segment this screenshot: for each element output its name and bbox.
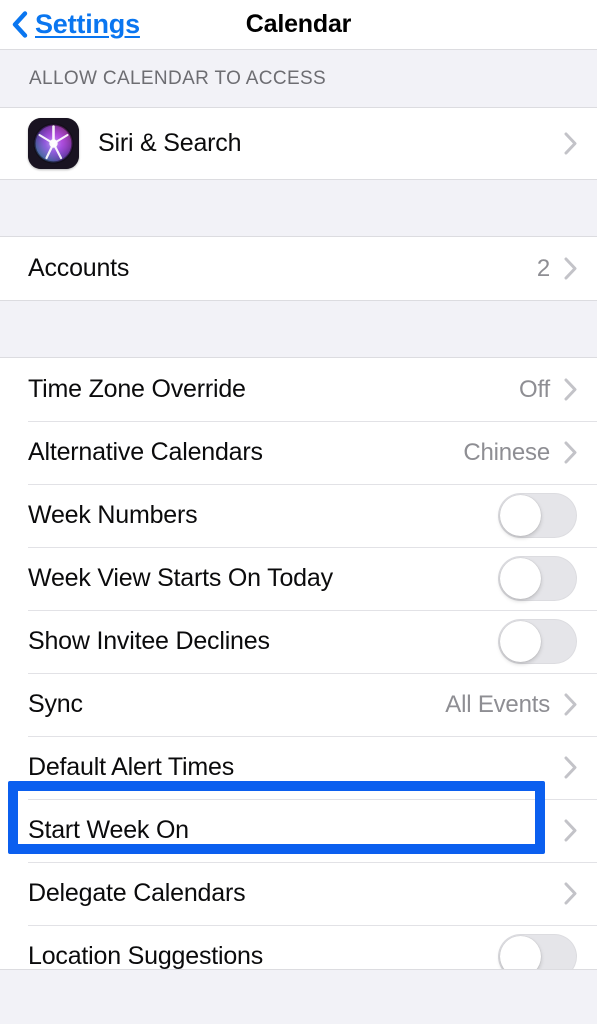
row-label-accounts: Accounts (28, 254, 130, 282)
settings-group-calendar-options: Time Zone Override Off Alternative Calen… (0, 357, 597, 989)
row-accessory: All Events (445, 691, 577, 719)
row-sync[interactable]: Sync All Events (0, 673, 597, 736)
row-label-time-zone-override: Time Zone Override (28, 375, 246, 403)
toggle-week-view-starts-on-today[interactable] (498, 556, 577, 601)
section-spacer (0, 301, 597, 357)
row-accessory (564, 882, 577, 905)
chevron-right-icon (564, 819, 577, 842)
chevron-left-icon (12, 11, 28, 38)
toggle-week-numbers[interactable] (498, 493, 577, 538)
row-accessory (498, 619, 577, 664)
toggle-knob (500, 495, 541, 536)
back-button-label: Settings (35, 9, 140, 39)
row-value-alternative-calendars: Chinese (463, 438, 550, 466)
back-to-settings-button[interactable]: Settings (0, 9, 140, 40)
row-label-location-suggestions: Location Suggestions (28, 942, 264, 970)
row-accessory (498, 556, 577, 601)
settings-group-permissions: Siri & Search (0, 107, 597, 180)
chevron-right-icon (564, 441, 577, 464)
row-time-zone-override[interactable]: Time Zone Override Off (0, 358, 597, 421)
row-label-start-week-on: Start Week On (28, 816, 189, 844)
row-siri-and-search[interactable]: Siri & Search (0, 108, 597, 179)
row-default-alert-times[interactable]: Default Alert Times (0, 736, 597, 799)
row-accessory: Off (519, 376, 577, 404)
row-accessory (564, 819, 577, 842)
row-accounts[interactable]: Accounts 2 (0, 237, 597, 300)
row-label-siri-and-search: Siri & Search (98, 129, 242, 157)
row-week-numbers[interactable]: Week Numbers (0, 484, 597, 547)
row-label-delegate-calendars: Delegate Calendars (28, 879, 246, 907)
row-accessory: Chinese (463, 439, 577, 467)
chevron-right-icon (564, 882, 577, 905)
row-week-view-starts-on-today[interactable]: Week View Starts On Today (0, 547, 597, 610)
row-label-week-view-starts-on-today: Week View Starts On Today (28, 564, 333, 592)
row-label-show-invitee-declines: Show Invitee Declines (28, 627, 270, 655)
row-alternative-calendars[interactable]: Alternative Calendars Chinese (0, 421, 597, 484)
row-start-week-on[interactable]: Start Week On (0, 799, 597, 862)
settings-group-accounts: Accounts 2 (0, 236, 597, 301)
row-value-time-zone-override: Off (519, 375, 550, 403)
row-accessory (564, 756, 577, 779)
navigation-bar: Settings Calendar (0, 0, 597, 50)
chevron-right-icon (564, 378, 577, 401)
chevron-right-icon (564, 132, 577, 155)
row-accessory (564, 132, 577, 155)
toggle-knob (500, 621, 541, 662)
row-show-invitee-declines[interactable]: Show Invitee Declines (0, 610, 597, 673)
row-delegate-calendars[interactable]: Delegate Calendars (0, 862, 597, 925)
settings-screen: Settings Calendar ALLOW CALENDAR TO ACCE… (0, 0, 597, 1024)
chevron-right-icon (564, 257, 577, 280)
row-label-sync: Sync (28, 690, 83, 718)
row-value-sync: All Events (445, 690, 550, 718)
row-value-accounts: 2 (536, 254, 550, 282)
page-background-bottom (0, 969, 597, 1024)
toggle-show-invitee-declines[interactable] (498, 619, 577, 664)
row-accessory (498, 493, 577, 538)
section-header-allow-access: ALLOW CALENDAR TO ACCESS (0, 50, 597, 107)
chevron-right-icon (564, 756, 577, 779)
toggle-knob (500, 558, 541, 599)
section-spacer (0, 180, 597, 236)
row-label-week-numbers: Week Numbers (28, 501, 198, 529)
chevron-right-icon (564, 693, 577, 716)
row-label-default-alert-times: Default Alert Times (28, 753, 235, 781)
row-label-alternative-calendars: Alternative Calendars (28, 438, 263, 466)
siri-icon (28, 118, 79, 169)
row-accessory: 2 (537, 255, 577, 283)
